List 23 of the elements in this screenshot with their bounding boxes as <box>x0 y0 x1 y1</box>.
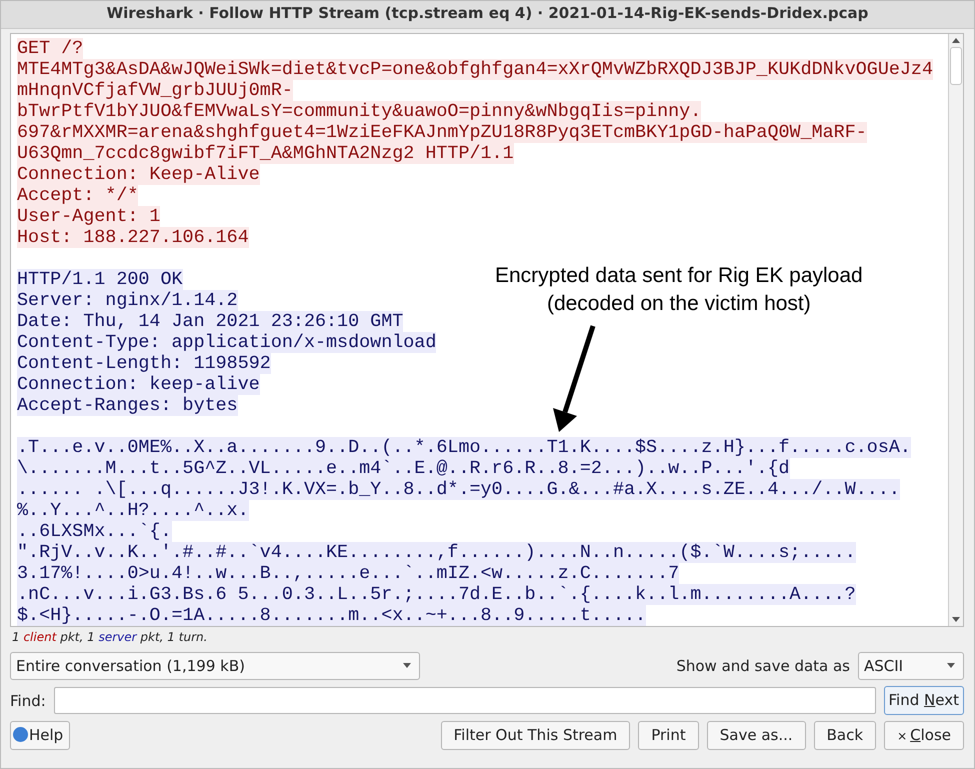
dialog-button[interactable]: Save as... <box>706 721 806 750</box>
scroll-thumb[interactable] <box>950 47 962 85</box>
close-button[interactable]: × Close <box>884 721 964 750</box>
help-button[interactable]: Help <box>10 721 70 750</box>
scroll-up-icon[interactable] <box>952 38 960 43</box>
annotation-text: Encrypted data sent for Rig EK payload <box>495 263 863 289</box>
scrollbar[interactable] <box>948 34 963 626</box>
find-field[interactable] <box>54 687 876 714</box>
scroll-down-icon[interactable] <box>952 617 960 622</box>
caret-icon <box>947 663 955 668</box>
dialog-button[interactable]: Print <box>638 721 699 750</box>
find-next-button[interactable]: Find Next <box>884 686 964 715</box>
window-title: Wireshark · Follow HTTP Stream (tcp.stream eq 4) · 2021-01-14-Rig-EK-sends-Dridex.pcap <box>1 1 974 29</box>
annotation-text: (decoded on the victim host) <box>546 291 811 317</box>
conversation-dropdown[interactable]: Entire conversation (1,199 kB) <box>10 652 420 680</box>
dialog-button[interactable]: Filter Out This Stream <box>440 721 630 750</box>
help-icon <box>13 727 28 742</box>
format-label: Show and save data as <box>676 656 850 674</box>
stream-summary: 1 client pkt, 1 server pkt, 1 turn. <box>12 629 208 646</box>
format-dropdown[interactable]: ASCII <box>858 652 964 680</box>
find-label: Find: <box>10 692 46 710</box>
caret-icon <box>403 663 411 668</box>
dialog-button[interactable]: Back <box>814 721 876 750</box>
